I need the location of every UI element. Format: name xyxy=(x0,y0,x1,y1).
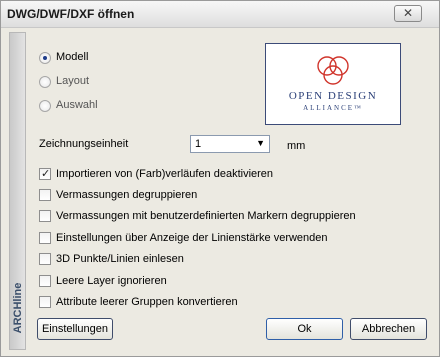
cancel-button[interactable]: Abbrechen xyxy=(350,318,427,340)
checkbox-ungroup-dimensions[interactable] xyxy=(39,189,51,201)
checkbox-disable-gradients-label: Importieren von (Farb)verläufen deaktivi… xyxy=(56,168,274,180)
ok-button[interactable]: Ok xyxy=(266,318,343,340)
checkmark-icon: ✓ xyxy=(41,168,51,180)
checkbox-ungroup-custom-markers-label: Vermassungen mit benutzerdefinierten Mar… xyxy=(56,210,356,222)
radio-modell[interactable] xyxy=(39,52,51,64)
checkbox-convert-empty-groups-label: Attribute leerer Gruppen konvertieren xyxy=(56,296,238,308)
dialog-window: DWG/DWF/DXF öffnen ✕ ARCHline Modell Lay… xyxy=(0,0,440,357)
logo-title: OPEN DESIGN xyxy=(288,90,378,102)
checkbox-ungroup-dimensions-label: Vermassungen degruppieren xyxy=(56,189,198,201)
units-unit: mm xyxy=(287,140,306,152)
checkbox-ignore-empty-layers-label: Leere Layer ignorieren xyxy=(56,275,167,287)
title-bar: DWG/DWF/DXF öffnen ✕ xyxy=(1,1,439,28)
radio-layout-label: Layout xyxy=(56,75,90,87)
radio-auswahl-label: Auswahl xyxy=(56,99,98,111)
checkbox-disable-gradients[interactable]: ✓ xyxy=(39,168,51,180)
chevron-down-icon: ▼ xyxy=(256,138,265,148)
checkbox-convert-empty-groups[interactable] xyxy=(39,296,51,308)
units-select[interactable]: 1 ▼ xyxy=(190,135,270,153)
brand-sidebar: ARCHline xyxy=(9,32,26,350)
checkbox-import-3d-points-label: 3D Punkte/Linien einlesen xyxy=(56,253,184,265)
logo-subtitle: ALLIANCE™ xyxy=(303,104,363,112)
checkbox-ignore-empty-layers[interactable] xyxy=(39,275,51,287)
radio-auswahl[interactable] xyxy=(39,100,51,112)
checkbox-import-3d-points[interactable] xyxy=(39,253,51,265)
units-select-value: 1 xyxy=(195,138,202,150)
checkbox-lineweight-display[interactable] xyxy=(39,232,51,244)
brand-label: ARCHline xyxy=(12,282,24,334)
radio-modell-label: Modell xyxy=(56,51,89,63)
open-design-alliance-logo: OPEN DESIGN ALLIANCE™ xyxy=(265,43,401,125)
dialog-title: DWG/DWF/DXF öffnen xyxy=(7,7,135,21)
checkbox-lineweight-display-label: Einstellungen über Anzeige der Linienstä… xyxy=(56,232,328,244)
settings-button[interactable]: Einstellungen xyxy=(37,318,113,340)
radio-layout[interactable] xyxy=(39,76,51,88)
units-label: Zeichnungseinheit xyxy=(39,138,129,150)
oda-rings-icon xyxy=(317,56,349,85)
close-button[interactable]: ✕ xyxy=(394,5,422,22)
close-icon: ✕ xyxy=(402,6,414,20)
checkbox-ungroup-custom-markers[interactable] xyxy=(39,210,51,222)
